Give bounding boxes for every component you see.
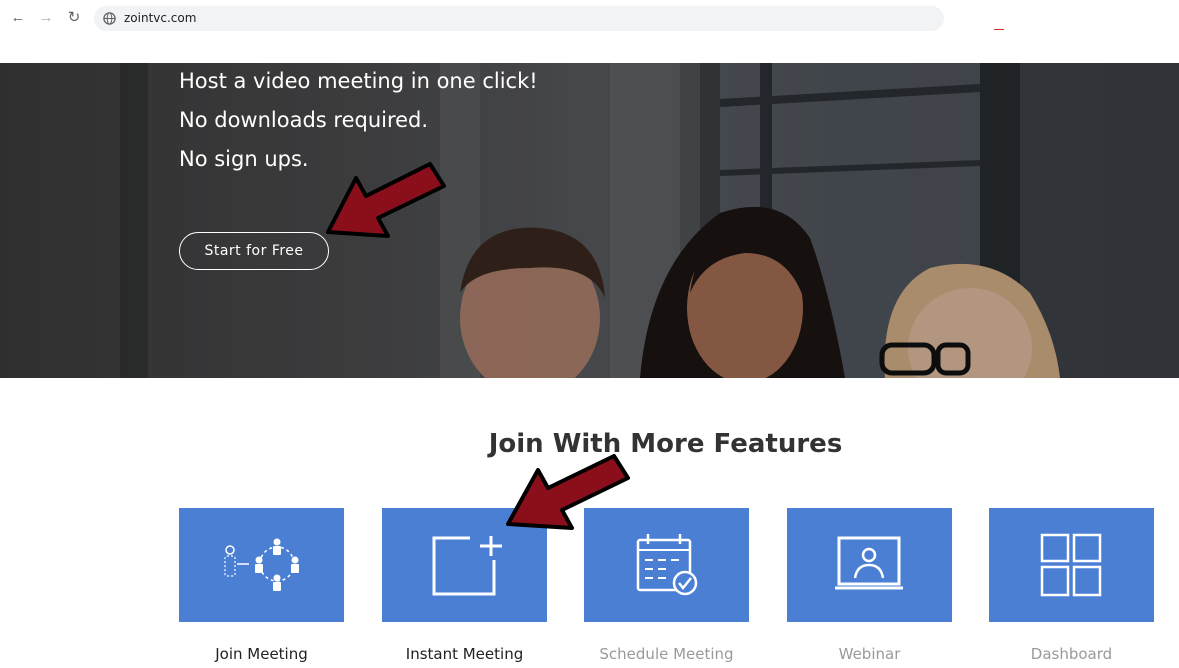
join-meeting-label[interactable]: Join Meeting	[179, 645, 344, 663]
people-network-icon	[224, 538, 299, 591]
hero-banner: Host a video meeting in one click! No do…	[0, 63, 1179, 378]
start-for-free-button[interactable]: Start for Free	[179, 232, 329, 270]
toolbar-indicator	[994, 29, 1004, 30]
webinar-label[interactable]: Webinar	[787, 645, 952, 663]
reload-icon[interactable]: ↻	[65, 9, 83, 27]
features-heading: Join With More Features	[488, 429, 843, 459]
hero-headline: Host a video meeting in one click!	[179, 69, 538, 93]
instant-meeting-tile[interactable]	[382, 508, 547, 622]
forward-arrow-icon[interactable]: →	[37, 9, 55, 27]
browser-toolbar: ← → ↻ zointvc.com	[0, 0, 1179, 63]
add-square-icon	[432, 536, 502, 596]
globe-icon	[103, 12, 116, 25]
hero-subline-downloads: No downloads required.	[179, 108, 429, 132]
dashboard-tile[interactable]	[989, 508, 1154, 622]
hero-subline-signups: No sign ups.	[179, 147, 309, 171]
grid-icon	[1040, 533, 1102, 597]
hero-background-image	[0, 63, 1179, 378]
schedule-meeting-tile[interactable]	[584, 508, 749, 622]
dashboard-label[interactable]: Dashboard	[989, 645, 1154, 663]
presenter-screen-icon	[835, 536, 903, 590]
back-arrow-icon[interactable]: ←	[9, 9, 27, 27]
url-text: zointvc.com	[124, 11, 197, 25]
schedule-meeting-label[interactable]: Schedule Meeting	[584, 645, 749, 663]
webinar-tile[interactable]	[787, 508, 952, 622]
instant-meeting-label[interactable]: Instant Meeting	[382, 645, 547, 663]
address-bar[interactable]: zointvc.com	[94, 6, 944, 31]
join-meeting-tile[interactable]	[179, 508, 344, 622]
calendar-check-icon	[636, 534, 698, 596]
